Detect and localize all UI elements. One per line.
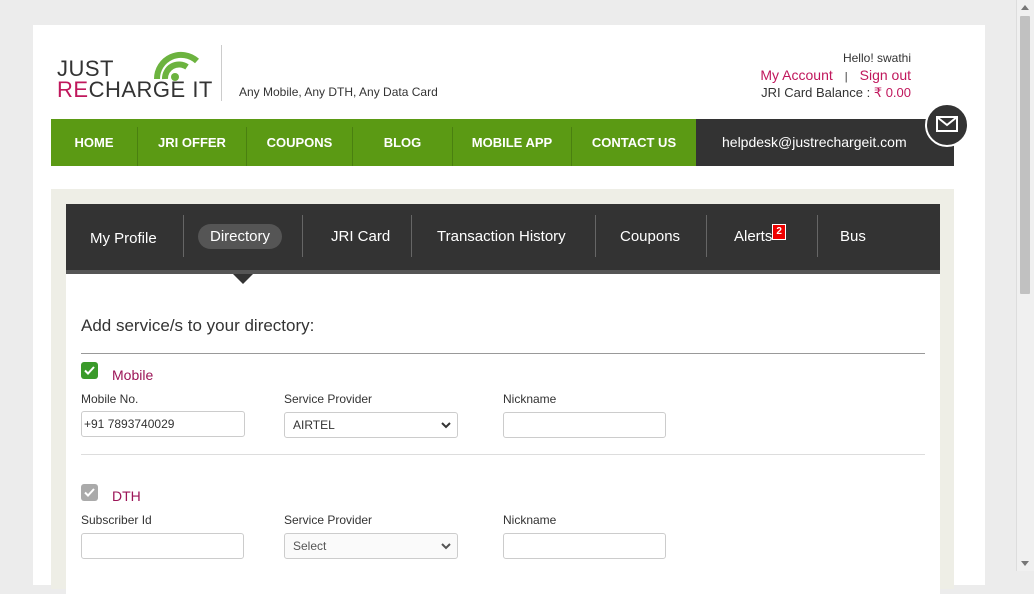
tab-transaction-history[interactable]: Transaction History (437, 204, 566, 270)
tagline: Any Mobile, Any DTH, Any Data Card (239, 85, 438, 99)
mobile-number-input[interactable]: +91 7893740029 (81, 411, 245, 437)
dth-subscriber-input[interactable] (81, 533, 244, 559)
mobile-nickname-label: Nickname (503, 392, 557, 406)
page-container: JUST RECHARGE IT Any Mobile, Any DTH, An… (33, 25, 985, 594)
tab-coupons[interactable]: Coupons (620, 204, 680, 270)
nav-jri-offer[interactable]: JRI OFFER (138, 119, 246, 166)
tab-bus[interactable]: Bus (840, 204, 866, 270)
dth-nickname-input[interactable] (503, 533, 666, 559)
mobile-provider-select[interactable]: AIRTEL (284, 412, 458, 438)
directory-content: Add service/s to your directory: Mobile … (66, 274, 940, 594)
account-links: My Account | Sign out (760, 67, 911, 83)
dth-checkbox[interactable] (81, 484, 98, 501)
mobile-section-title: Mobile (112, 367, 154, 383)
helpdesk-email[interactable]: helpdesk@justrechargeit.com (696, 119, 954, 166)
checkmark-icon (84, 488, 95, 497)
tab-separator (595, 215, 596, 257)
header-divider (221, 45, 222, 101)
balance-label: JRI Card Balance : (761, 85, 874, 100)
tab-alerts[interactable]: Alerts 2 (734, 204, 786, 270)
scroll-down-arrow-icon[interactable] (1021, 561, 1029, 566)
dth-provider-value: Select (293, 539, 327, 553)
mobile-number-label: Mobile No. (81, 392, 139, 406)
tab-separator (411, 215, 412, 257)
checkmark-icon (84, 366, 95, 375)
mobile-nickname-input[interactable] (503, 412, 666, 438)
account-panel: My Profile Directory JRI Card Transactio… (51, 189, 954, 594)
nav-coupons[interactable]: COUPONS (247, 119, 352, 166)
tab-separator (817, 215, 818, 257)
tab-directory-label: Directory (198, 224, 283, 249)
tab-separator (302, 215, 303, 257)
scrollbar-thumb[interactable] (1020, 16, 1030, 294)
dth-subscriber-label: Subscriber Id (81, 513, 152, 527)
envelope-icon (936, 116, 958, 132)
tab-separator (706, 215, 707, 257)
dth-provider-select[interactable]: Select (284, 533, 458, 559)
section-divider (81, 353, 925, 354)
card-balance: JRI Card Balance : ₹ 0.00 (761, 85, 911, 101)
main-nav: HOME JRI OFFER COUPONS BLOG MOBILE APP C… (51, 119, 696, 166)
account-tabs: My Profile Directory JRI Card Transactio… (66, 204, 940, 274)
mobile-provider-label: Service Provider (284, 392, 373, 406)
active-tab-indicator (233, 274, 253, 284)
link-divider: | (844, 71, 848, 83)
tab-directory[interactable]: Directory (198, 204, 283, 270)
mobile-checkbox[interactable] (81, 362, 98, 379)
dth-provider-label: Service Provider (284, 513, 373, 527)
chevron-down-icon (441, 543, 451, 550)
tab-separator (183, 215, 184, 257)
mail-icon[interactable] (925, 103, 969, 147)
page-scrollbar[interactable] (1016, 0, 1034, 571)
chevron-down-icon (441, 422, 451, 429)
logo[interactable]: JUST RECHARGE IT (55, 39, 215, 102)
scroll-up-arrow-icon[interactable] (1021, 5, 1029, 10)
signal-logo-icon (153, 51, 199, 81)
nav-mobile-app[interactable]: MOBILE APP (453, 119, 571, 166)
section-divider (81, 454, 925, 455)
greeting: Hello! swathi (842, 51, 911, 65)
balance-value: ₹ 0.00 (873, 85, 911, 100)
nav-blog[interactable]: BLOG (353, 119, 452, 166)
alerts-count-badge: 2 (772, 224, 786, 240)
mobile-provider-value: AIRTEL (293, 418, 335, 432)
nav-home[interactable]: HOME (51, 119, 137, 166)
directory-heading: Add service/s to your directory: (81, 316, 315, 335)
tab-jri-card[interactable]: JRI Card (331, 204, 390, 270)
sign-out-link[interactable]: Sign out (860, 67, 911, 83)
tab-alerts-label: Alerts (734, 228, 773, 245)
nav-contact-us[interactable]: CONTACT US (572, 119, 696, 166)
dth-section-title: DTH (112, 488, 141, 504)
tab-my-profile[interactable]: My Profile (90, 206, 157, 272)
my-account-link[interactable]: My Account (760, 67, 832, 83)
dth-nickname-label: Nickname (503, 513, 557, 527)
